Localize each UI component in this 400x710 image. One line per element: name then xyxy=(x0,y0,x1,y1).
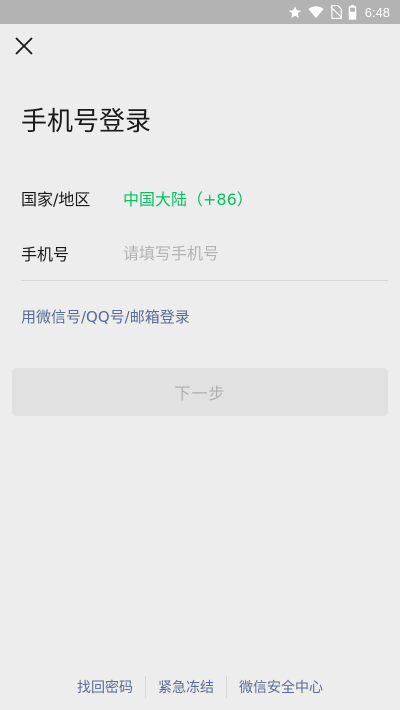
star-icon xyxy=(288,6,301,18)
phone-input[interactable] xyxy=(123,243,363,263)
footer-link-security-center[interactable]: 微信安全中心 xyxy=(227,677,335,697)
next-button[interactable]: 下一步 xyxy=(12,368,388,416)
close-button[interactable] xyxy=(10,32,38,60)
no-sim-icon xyxy=(330,5,342,19)
footer-link-recover-password[interactable]: 找回密码 xyxy=(65,677,145,697)
status-clock: 6:48 xyxy=(364,4,390,20)
close-icon[interactable] xyxy=(15,37,33,55)
region-selector[interactable]: 中国大陆（+86） xyxy=(123,186,253,210)
battery-icon xyxy=(348,4,356,20)
status-bar: 6:48 xyxy=(0,0,400,24)
wifi-icon xyxy=(308,6,324,18)
phone-divider xyxy=(21,280,388,281)
phone-row: 手机号 xyxy=(21,238,388,268)
status-icons: 6:48 xyxy=(288,0,390,24)
region-row[interactable]: 国家/地区 中国大陆（+86） xyxy=(21,183,388,213)
alt-login-link[interactable]: 用微信号/QQ号/邮箱登录 xyxy=(21,305,190,329)
phone-label: 手机号 xyxy=(21,245,70,264)
region-label: 国家/地区 xyxy=(21,190,91,209)
page-title: 手机号登录 xyxy=(21,107,152,137)
footer-link-emergency-freeze[interactable]: 紧急冻结 xyxy=(146,677,226,697)
footer: 找回密码 紧急冻结 微信安全中心 xyxy=(0,674,400,700)
